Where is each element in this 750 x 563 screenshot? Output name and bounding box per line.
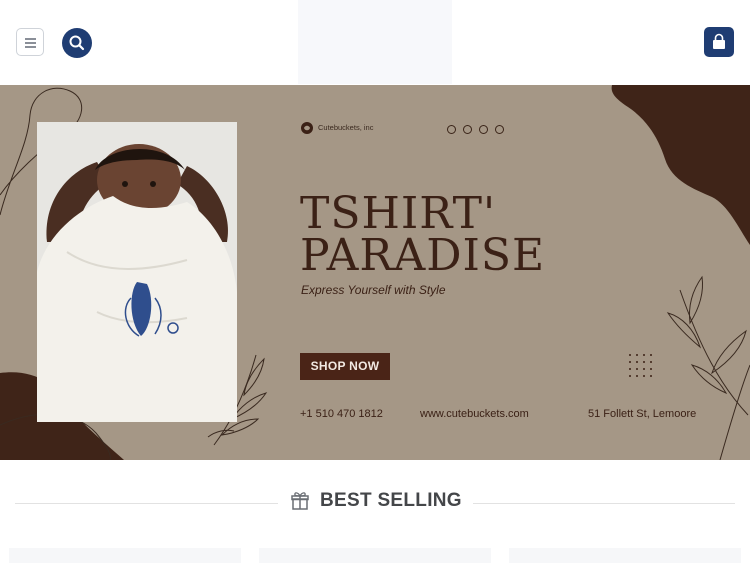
contact-website: www.cutebuckets.com [420, 408, 529, 420]
section-title: BEST SELLING [320, 490, 462, 511]
contact-address: 51 Follett St, Lemoore [588, 408, 697, 420]
banner-subtitle: Express Yourself with Style [301, 283, 446, 297]
product-card[interactable] [9, 548, 241, 563]
dot-ornament [447, 125, 504, 134]
divider-right [473, 503, 735, 504]
brand-name: Cutebuckets, inc [318, 123, 374, 132]
best-selling-heading: BEST SELLING [0, 488, 750, 518]
search-button[interactable] [62, 28, 92, 58]
hero-banner[interactable]: Cutebuckets, inc TSHIRT' PARADISE Expres… [0, 85, 750, 460]
cart-button[interactable] [704, 27, 734, 57]
menu-button[interactable] [16, 28, 44, 56]
site-logo[interactable] [298, 0, 452, 84]
hamburger-icon [25, 38, 36, 40]
rose-logo-icon [301, 122, 313, 134]
gift-icon [291, 492, 309, 510]
dot-grid-ornament [629, 354, 652, 377]
model-photo [37, 122, 237, 422]
shop-now-button[interactable]: SHOP NOW [300, 353, 390, 380]
brand-badge: Cutebuckets, inc [300, 121, 378, 135]
divider-left [15, 503, 278, 504]
title-line-2: PARADISE [300, 230, 546, 281]
site-header [0, 0, 750, 86]
banner-title: TSHIRT' PARADISE [300, 192, 545, 278]
contact-phone: +1 510 470 1812 [300, 408, 383, 420]
search-icon [69, 35, 85, 51]
product-card[interactable] [259, 548, 491, 563]
shopping-bag-icon [713, 33, 725, 49]
product-card[interactable] [509, 548, 741, 563]
